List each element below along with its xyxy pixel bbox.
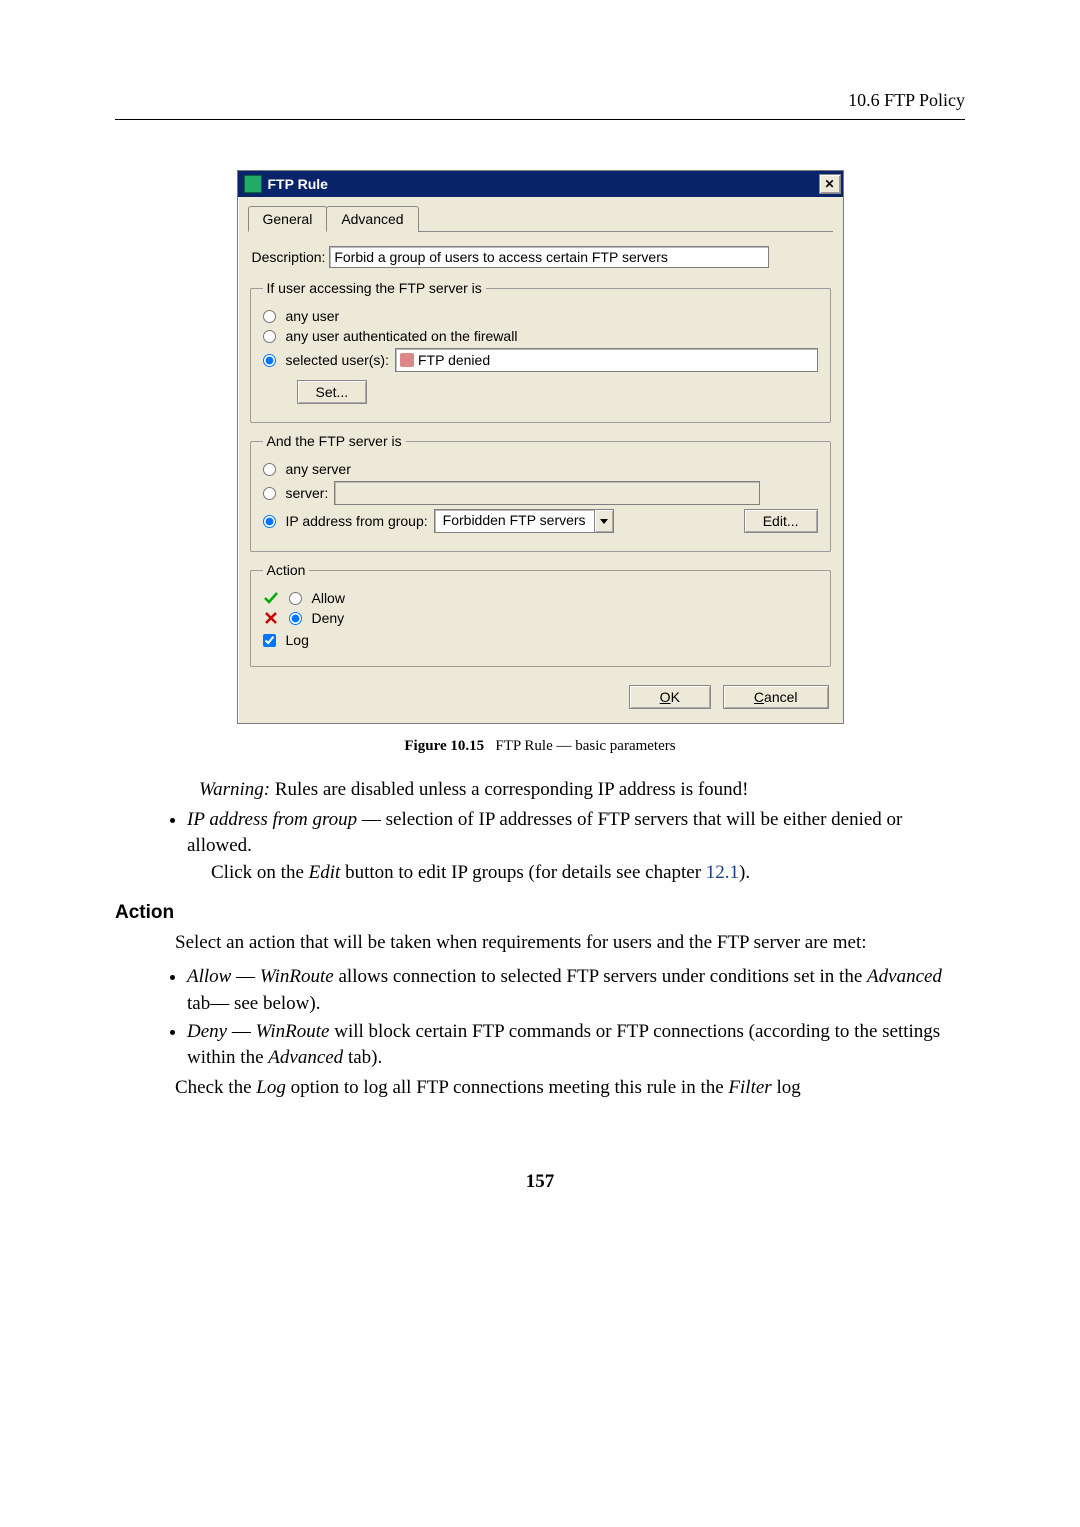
action-group: Action Allow Deny Log: [250, 562, 831, 667]
cancel-button[interactable]: Cancel: [723, 685, 829, 709]
check-icon: [263, 590, 279, 606]
user-group-legend: If user accessing the FTP server is: [263, 280, 486, 296]
header-section-label: 10.6 FTP Policy: [848, 90, 965, 110]
body-text: Warning: Rules are disabled unless a cor…: [115, 777, 965, 1101]
action-group-legend: Action: [263, 562, 310, 578]
label-authenticated-user: any user authenticated on the firewall: [286, 328, 518, 344]
radio-any-user[interactable]: [263, 310, 276, 323]
dialog-title: FTP Rule: [268, 176, 819, 192]
chapter-link[interactable]: 12.1: [706, 862, 739, 883]
ip-group-value: Forbidden FTP servers: [435, 510, 594, 532]
description-label: Description:: [252, 249, 326, 265]
figure-text: FTP Rule — basic parameters: [495, 738, 675, 754]
page-header: 10.6 FTP Policy: [115, 90, 965, 120]
ftp-rule-dialog: FTP Rule ✕ General Advanced Description:…: [237, 170, 844, 724]
label-deny: Deny: [312, 610, 345, 626]
radio-ip-group[interactable]: [263, 515, 276, 528]
label-ip-group: IP address from group:: [286, 513, 428, 529]
figure-number: Figure 10.15: [404, 738, 484, 754]
warning-label: Warning:: [199, 779, 270, 800]
selected-users-value: FTP denied: [418, 352, 490, 368]
close-icon[interactable]: ✕: [819, 174, 841, 194]
titlebar: FTP Rule ✕: [238, 171, 843, 197]
action-intro: Select an action that will be taken when…: [175, 930, 965, 956]
set-button[interactable]: Set...: [297, 380, 368, 404]
radio-allow[interactable]: [289, 592, 302, 605]
radio-deny[interactable]: [289, 612, 302, 625]
tab-advanced[interactable]: Advanced: [326, 206, 418, 232]
warning-text: Rules are disabled unless a correspondin…: [270, 779, 748, 800]
label-any-server: any server: [286, 461, 351, 477]
server-group-legend: And the FTP server is: [263, 433, 406, 449]
chevron-down-icon: [594, 510, 613, 532]
ok-button[interactable]: OK: [629, 685, 711, 709]
tab-general[interactable]: General: [248, 206, 328, 232]
list-item: Allow — WinRoute allows connection to se…: [187, 964, 965, 1016]
description-input[interactable]: [329, 246, 769, 268]
checkbox-log[interactable]: [263, 634, 276, 647]
server-input: [334, 481, 760, 505]
label-any-user: any user: [286, 308, 340, 324]
radio-server[interactable]: [263, 487, 276, 500]
user-access-group: If user accessing the FTP server is any …: [250, 280, 831, 423]
label-log: Log: [286, 632, 309, 648]
list-item: Deny — WinRoute will block certain FTP c…: [187, 1019, 965, 1071]
app-icon: [244, 175, 262, 193]
action-heading: Action: [115, 900, 965, 926]
tabs: General Advanced: [248, 205, 833, 232]
label-allow: Allow: [312, 590, 345, 606]
figure-caption: Figure 10.15 FTP Rule — basic parameters: [115, 738, 965, 755]
radio-any-server[interactable]: [263, 463, 276, 476]
server-group: And the FTP server is any server server:: [250, 433, 831, 552]
deny-icon: [263, 610, 279, 626]
edit-button[interactable]: Edit...: [744, 509, 818, 533]
radio-authenticated-user[interactable]: [263, 330, 276, 343]
page-number: 157: [115, 1171, 965, 1193]
list-item: IP address from group — selection of IP …: [187, 807, 965, 886]
selected-users-box: FTP denied: [395, 348, 818, 372]
radio-selected-users[interactable]: [263, 354, 276, 367]
users-icon: [400, 353, 414, 367]
ip-group-combo[interactable]: Forbidden FTP servers: [434, 509, 614, 533]
label-selected-users: selected user(s):: [286, 352, 389, 368]
ip-group-term: IP address from group: [187, 809, 357, 830]
label-server: server:: [286, 485, 329, 501]
